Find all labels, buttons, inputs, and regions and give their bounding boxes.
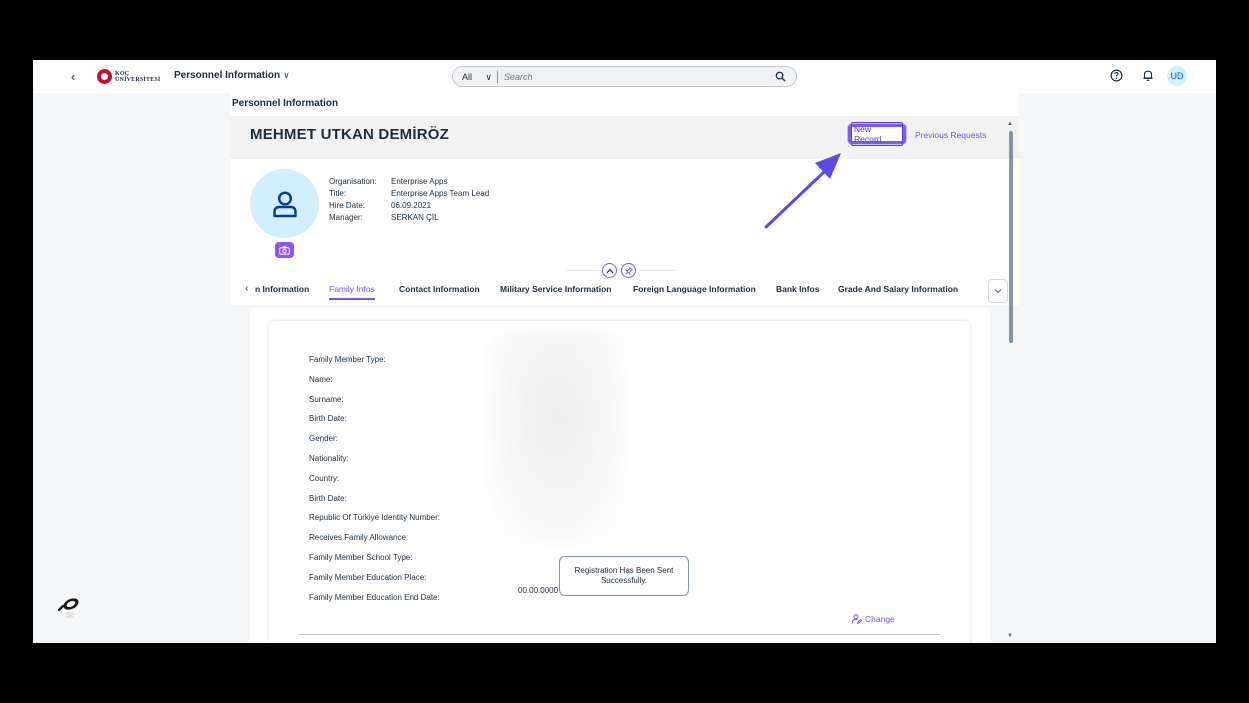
info-row-hire-date: Hire Date: 06.09.2021 xyxy=(329,201,432,210)
tab-contact-information[interactable]: Contact Information xyxy=(399,284,480,294)
profile-photo xyxy=(250,169,319,238)
field-label: Birth Date: xyxy=(309,493,347,503)
field-label: Family Member Type: xyxy=(309,355,386,364)
field-label: Surname: xyxy=(309,394,344,404)
chevron-up-icon xyxy=(606,268,613,273)
tab-military-service-information[interactable]: Military Service Information xyxy=(500,284,611,294)
object-header: MEHMET UTKAN DEMİRÖZ New Record Previous… xyxy=(230,116,1019,159)
tab-bank-infos[interactable]: Bank Infos xyxy=(776,284,819,294)
field-label: Nationality: xyxy=(309,453,349,463)
change-label: Change xyxy=(865,614,895,624)
logo-line-2: ÜNİVERSİTESİ xyxy=(115,76,161,83)
tab-grade-and-salary-information[interactable]: Grade And Salary Information xyxy=(838,284,958,294)
employee-name: MEHMET UTKAN DEMİRÖZ xyxy=(250,126,449,143)
notification-bell-icon[interactable] xyxy=(1142,69,1154,82)
field-label: Family Member School Type: xyxy=(309,552,413,562)
pin-header-button[interactable] xyxy=(621,263,636,278)
object-page: Personnel Information MEHMET UTKAN DEMİR… xyxy=(230,93,1019,643)
chevron-down-icon: ∨ xyxy=(283,70,290,80)
user-avatar[interactable]: UD xyxy=(1167,66,1187,86)
shell-bar: ‹ KOÇ ÜNİVERSİTESİ Personnel Information… xyxy=(33,60,1216,93)
page-scrollbar[interactable]: ▲ ▼ xyxy=(1007,121,1015,641)
field-label: Country: xyxy=(309,473,340,483)
collapse-header-button[interactable] xyxy=(602,263,617,278)
previous-requests-button[interactable]: Previous Requests xyxy=(915,130,986,140)
tab-family-infos[interactable]: Family Infos xyxy=(329,284,375,300)
scrollbar-thumb[interactable] xyxy=(1009,131,1013,343)
screen: ‹ KOÇ ÜNİVERSİTESİ Personnel Information… xyxy=(33,60,1216,643)
assistant-launcher-icon[interactable] xyxy=(57,596,81,620)
search-input[interactable] xyxy=(504,71,754,82)
change-button[interactable]: Change xyxy=(852,614,895,624)
search-icon[interactable] xyxy=(775,71,786,82)
info-row-organisation: Organisation: Enterprise Apps xyxy=(329,177,448,186)
field-label: Gender: xyxy=(309,434,338,444)
app-title-menu[interactable]: Personnel Information ∨ xyxy=(174,70,290,81)
change-photo-button[interactable] xyxy=(275,242,294,258)
field-label: Republic Of Türkiye Identity Number: xyxy=(309,513,441,523)
page-title: Personnel Information xyxy=(232,98,339,109)
field-label: Family Member Education End Date: xyxy=(309,592,440,602)
company-logo[interactable]: KOÇ ÜNİVERSİTESİ xyxy=(97,69,160,84)
scroll-up-icon[interactable]: ▲ xyxy=(1007,121,1013,127)
back-icon[interactable]: ‹ xyxy=(71,69,75,84)
field-label: Name: xyxy=(309,374,333,384)
field-label: Family Member Education Place: xyxy=(309,572,427,582)
employee-info: Organisation: Enterprise Apps Title: Enter… xyxy=(329,176,489,224)
redacted-values xyxy=(487,331,627,545)
info-row-manager: Manager: SERKAN ÇİL xyxy=(329,213,439,222)
section-tabs: ‹ n Information Family Infos Contact Inf… xyxy=(230,279,1019,303)
edit-person-icon xyxy=(852,614,862,624)
tab-foreign-language-information[interactable]: Foreign Language Information xyxy=(633,284,756,294)
tab-personal-information[interactable]: n Information xyxy=(255,284,309,294)
search-bar: All ∨ xyxy=(452,66,797,87)
new-record-button[interactable]: New Record xyxy=(848,122,906,146)
field-label: Receives Family Allowance: xyxy=(309,533,409,543)
scroll-down-icon[interactable]: ▼ xyxy=(1007,633,1013,639)
info-row-title: Title: Enterprise Apps Team Lead xyxy=(329,189,490,198)
header-controls xyxy=(602,263,636,278)
chevron-down-icon xyxy=(994,289,1002,294)
family-field-list: Family Member Type: Name: Surname: Birth… xyxy=(309,355,440,612)
header-divider-left xyxy=(566,270,602,271)
field-label: Birth Date: xyxy=(309,414,347,424)
education-end-date-value: 00.00.0000 xyxy=(518,586,559,595)
pin-icon xyxy=(624,266,633,275)
search-scope-select[interactable]: All ∨ xyxy=(453,70,498,83)
card-divider xyxy=(299,634,940,635)
logo-mark-icon xyxy=(97,69,112,84)
help-icon[interactable] xyxy=(1110,69,1123,82)
person-icon xyxy=(272,190,297,217)
family-member-card: Family Member Type: Name: Surname: Birth… xyxy=(269,321,970,643)
scroll-tabs-left-icon[interactable]: ‹ xyxy=(245,283,248,294)
search-scope-value: All xyxy=(462,71,473,82)
success-toast: Registration Has Been Sent Successfully. xyxy=(559,556,689,596)
new-record-label: New Record xyxy=(851,122,903,146)
header-divider-right xyxy=(640,270,676,271)
more-tabs-button[interactable] xyxy=(988,279,1008,303)
app-title: Personnel Information xyxy=(174,70,281,81)
chevron-down-icon: ∨ xyxy=(485,71,492,82)
camera-icon xyxy=(279,245,290,255)
